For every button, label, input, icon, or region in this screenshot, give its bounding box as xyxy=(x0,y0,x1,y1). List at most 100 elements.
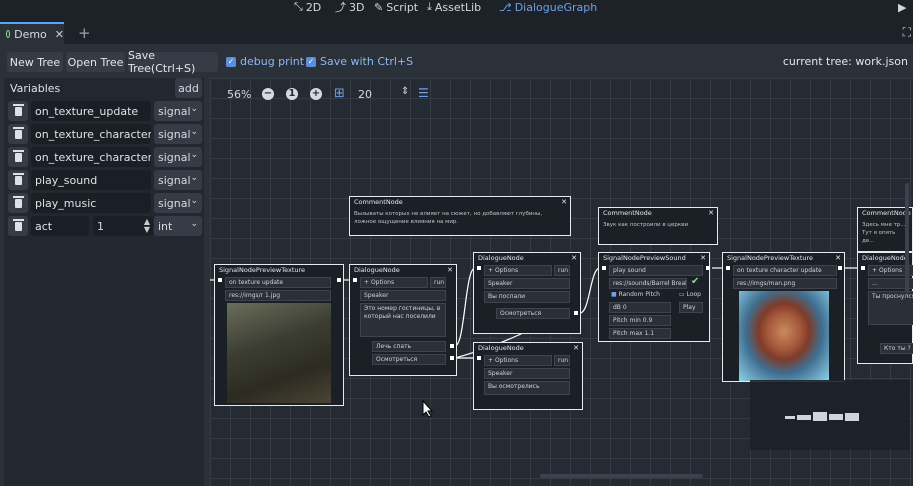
variable-type-select[interactable]: signal ⌄ xyxy=(154,170,202,190)
speaker-input[interactable]: Speaker xyxy=(360,290,446,301)
open-tree-button[interactable]: Open Tree xyxy=(66,52,125,72)
variable-type-select[interactable]: signal ⌄ xyxy=(154,147,202,167)
mode-script[interactable]: ✎ Script xyxy=(374,0,418,14)
minimap-icon[interactable]: ☰ xyxy=(418,86,429,100)
zoom-out-icon[interactable]: − xyxy=(262,88,274,100)
options-button[interactable]: + Options xyxy=(484,265,552,276)
spin-arrows-icon[interactable]: ▲ ▼ xyxy=(144,218,150,234)
mode-3d[interactable]: ⤴ 3D xyxy=(335,0,364,15)
run-button[interactable]: run xyxy=(554,355,570,366)
option-input[interactable]: Осмотреться xyxy=(496,308,570,319)
option-input[interactable]: Кто ты ? xyxy=(880,343,913,354)
sound-path-input[interactable]: res://sounds/Barrel Break_ xyxy=(609,278,687,289)
vertical-scrollbar[interactable] xyxy=(905,183,909,293)
tab-demo[interactable]: Demo ✕ xyxy=(0,22,64,44)
pitch-max-input[interactable]: Pitch max 1.1 xyxy=(609,328,671,339)
texture-path-input[interactable]: res://imgs/man.png xyxy=(733,278,837,289)
variable-name-input[interactable]: act xyxy=(31,216,89,236)
signal-preview-sound-node[interactable]: SignalNodePreviewSound ✕ play sound res:/… xyxy=(598,252,710,342)
debug-print-checkbox[interactable]: ✓ debug print xyxy=(226,55,304,68)
speaker-input[interactable]: Speaker xyxy=(484,278,570,289)
close-icon[interactable]: ✕ xyxy=(55,28,64,41)
dialogue-text-input[interactable]: Ты проснулся? xyxy=(868,291,913,325)
delete-variable-button[interactable] xyxy=(8,147,28,167)
close-icon[interactable]: ✕ xyxy=(708,208,714,218)
output-port[interactable] xyxy=(337,278,341,282)
input-port[interactable] xyxy=(477,356,481,360)
options-button[interactable]: + Options xyxy=(484,355,552,366)
close-icon[interactable]: ✕ xyxy=(700,253,706,263)
db-input[interactable]: dB 0 xyxy=(609,302,671,313)
play-button[interactable]: Play xyxy=(679,302,703,313)
option-input[interactable]: Осмотреться xyxy=(372,354,446,365)
delete-variable-button[interactable] xyxy=(8,170,28,190)
variable-name-input[interactable]: play_sound xyxy=(31,170,151,190)
comment-node[interactable]: CommentNode ✕ Вызываты которых не влияет … xyxy=(349,196,571,236)
output-port[interactable] xyxy=(574,311,578,315)
input-port[interactable] xyxy=(726,266,730,270)
signal-preview-texture-node[interactable]: SignalNodePreviewTexture on texture upda… xyxy=(214,264,344,406)
snap-grid-icon[interactable]: ⊞ xyxy=(334,86,345,101)
dialogue-text-input[interactable]: Вы осмотрелись xyxy=(484,381,570,395)
comment-node[interactable]: CommentNode ✕ Звук как построили в церкви xyxy=(598,207,718,245)
output-port[interactable] xyxy=(706,266,710,270)
comment-text[interactable]: Вызываты которых не влияет на сюжет, но … xyxy=(350,207,570,229)
close-icon[interactable]: ✕ xyxy=(571,253,577,263)
comment-text[interactable]: Звук как построили в церкви xyxy=(599,218,717,232)
signal-select[interactable]: on texture character update xyxy=(733,265,837,276)
add-tab-icon[interactable]: + xyxy=(78,24,91,42)
input-port[interactable] xyxy=(353,278,357,282)
new-tree-button[interactable]: New Tree xyxy=(7,52,63,72)
dialogue-text-input[interactable]: Вы поспали xyxy=(484,291,570,303)
variable-name-input[interactable]: play_music xyxy=(31,193,151,213)
horizontal-scrollbar[interactable] xyxy=(540,474,703,478)
loop-checkbox[interactable]: ▭ Loop xyxy=(679,291,701,298)
delete-variable-button[interactable] xyxy=(8,193,28,213)
save-ctrl-s-checkbox[interactable]: ✓ Save with Ctrl+S xyxy=(306,55,413,68)
variable-type-select[interactable]: int ⌄ xyxy=(154,216,202,236)
input-port[interactable] xyxy=(477,266,481,270)
option-input[interactable]: Лечь спать xyxy=(372,341,446,352)
save-tree-button[interactable]: Save Tree(Ctrl+S) xyxy=(128,49,218,75)
variable-name-input[interactable]: on_texture_character_u xyxy=(31,124,151,144)
close-icon[interactable]: ✕ xyxy=(561,197,567,207)
variable-name-input[interactable]: on_texture_character_h xyxy=(31,147,151,167)
dialogue-node[interactable]: DialogueNode ✕ + Options run Speaker Вы п… xyxy=(473,252,581,334)
signal-select[interactable]: on texture update xyxy=(225,277,331,288)
input-port[interactable] xyxy=(602,266,606,270)
delete-variable-button[interactable] xyxy=(8,101,28,121)
variable-name-input[interactable]: on_texture_update xyxy=(31,101,151,121)
dialogue-node[interactable]: DialogueNode ✕ + Options run Speaker Это … xyxy=(349,264,457,376)
texture-path-input[interactable]: res://imgs/r 1.jpg xyxy=(225,290,331,301)
zoom-in-icon[interactable]: + xyxy=(310,88,322,100)
fullscreen-icon[interactable]: ⛶ xyxy=(903,25,911,40)
speaker-input[interactable]: Speaker xyxy=(484,368,570,379)
input-port[interactable] xyxy=(218,278,222,282)
close-icon[interactable]: ✕ xyxy=(573,343,579,353)
output-port[interactable] xyxy=(450,344,454,348)
mode-assetlib[interactable]: ⤓ AssetLib xyxy=(427,0,481,14)
variable-type-select[interactable]: signal ⌄ xyxy=(154,101,202,121)
zoom-reset-icon[interactable]: 1 xyxy=(286,88,298,100)
run-button[interactable]: run xyxy=(430,277,446,288)
input-port[interactable] xyxy=(861,266,865,270)
spin-arrows-icon[interactable]: ⇕ xyxy=(401,86,409,97)
add-variable-button[interactable]: add xyxy=(175,78,202,98)
pitch-min-input[interactable]: Pitch min 0.9 xyxy=(609,315,671,326)
mode-2d[interactable]: ⤡ 2D xyxy=(294,0,321,14)
variable-type-select[interactable]: signal ⌄ xyxy=(154,124,202,144)
variable-value-stepper[interactable]: 1 ▲ ▼ xyxy=(93,216,153,236)
random-pitch-checkbox[interactable]: ■ Random Pitch xyxy=(611,291,660,298)
output-port[interactable] xyxy=(450,356,454,360)
mode-dialoguegraph[interactable]: ⎇ DialogueGraph xyxy=(499,0,597,14)
play-icon[interactable]: ▶ xyxy=(898,0,906,14)
options-button[interactable]: + Options xyxy=(360,277,428,288)
comment-text[interactable]: Здесь мне тр... Тут я опять де... xyxy=(858,218,912,248)
close-icon[interactable]: ✕ xyxy=(835,253,841,263)
signal-preview-texture-node[interactable]: SignalNodePreviewTexture ✕ on texture cha… xyxy=(722,252,845,382)
run-button[interactable]: run xyxy=(554,265,570,276)
variable-type-select[interactable]: signal ⌄ xyxy=(154,193,202,213)
close-icon[interactable]: ✕ xyxy=(447,265,453,275)
dialogue-text-input[interactable]: Это номер гостиницы, в который нас посел… xyxy=(360,303,446,337)
delete-variable-button[interactable] xyxy=(8,124,28,144)
